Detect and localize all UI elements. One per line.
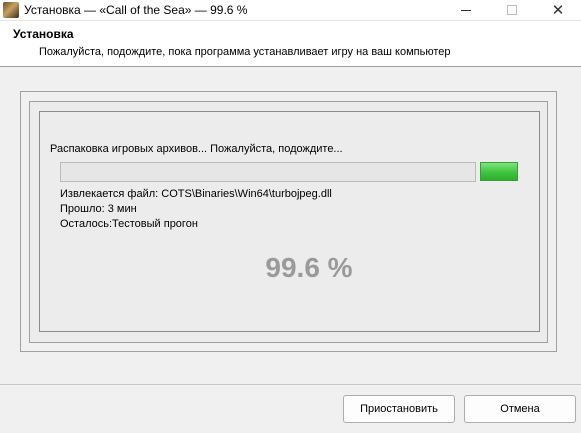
close-icon: ✕ — [551, 1, 565, 19]
page-subtitle: Пожалуйста, подождите, пока программа ус… — [39, 46, 451, 58]
progress-percent-label: 99.6 % — [265, 252, 353, 283]
cancel-button[interactable]: Отмена — [464, 395, 576, 423]
elapsed-time-text: Прошло: 3 мин — [60, 203, 137, 215]
progress-bar-fill — [480, 162, 518, 181]
maximize-button — [489, 0, 535, 20]
close-button[interactable]: ✕ — [535, 0, 581, 20]
minimize-button[interactable] — [443, 0, 489, 20]
minimize-icon — [461, 9, 471, 11]
remaining-time-text: Осталось:Тестовый прогон — [60, 218, 198, 230]
install-status-text: Распаковка игровых архивов... Пожалуйста… — [50, 143, 343, 155]
page-title: Установка — [13, 27, 74, 41]
installer-window: Установка — «Call of the Sea» — 99.6 % ✕… — [0, 0, 581, 433]
pause-button[interactable]: Приостановить — [343, 395, 455, 423]
title-bar[interactable]: Установка — «Call of the Sea» — 99.6 % ✕ — [0, 0, 581, 21]
page-header: Установка Пожалуйста, подождите, пока пр… — [0, 21, 581, 67]
progress-bar-track — [60, 162, 476, 182]
window-title: Установка — «Call of the Sea» — 99.6 % — [24, 3, 248, 17]
game-app-icon — [3, 2, 19, 18]
footer-divider — [0, 384, 581, 385]
extracting-file-text: Извлекается файл: COTS\Binaries\Win64\tu… — [60, 188, 332, 200]
maximize-icon — [507, 5, 517, 15]
